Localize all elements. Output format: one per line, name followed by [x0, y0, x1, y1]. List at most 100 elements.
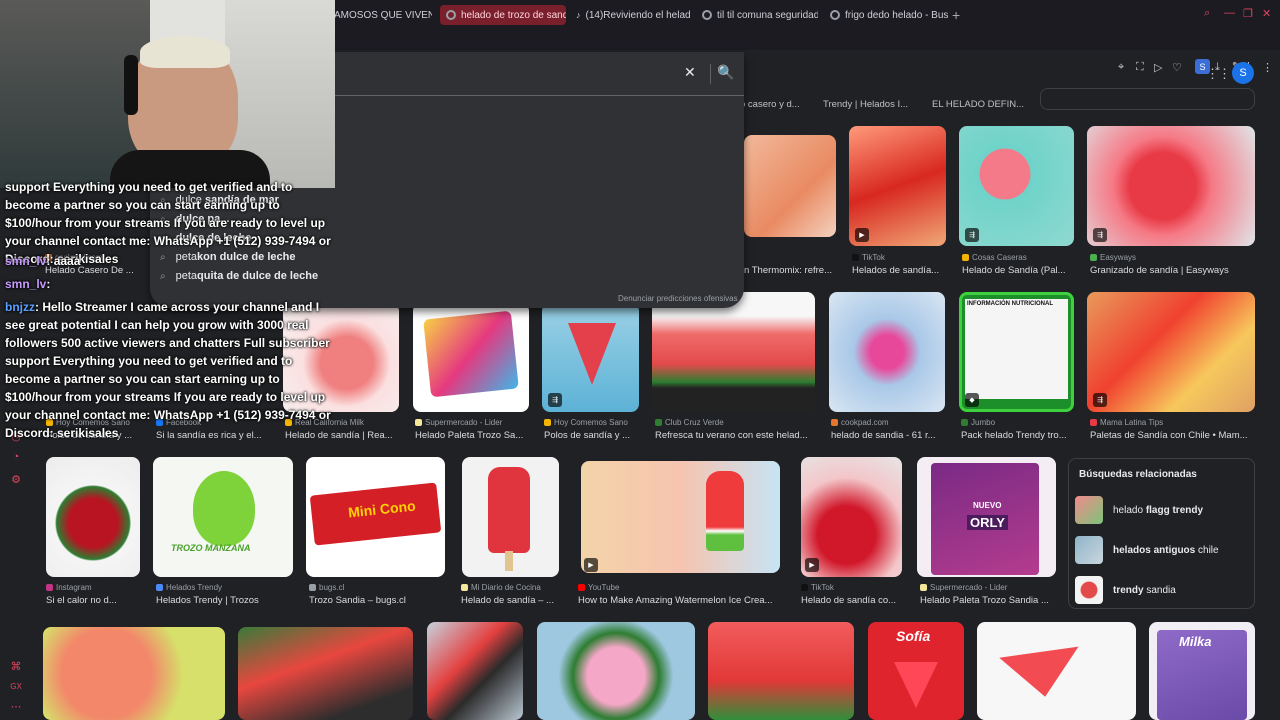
video-icon: ▶	[855, 228, 869, 242]
result-title[interactable]: Granizado de sandía | Easyways	[1090, 265, 1255, 276]
search-icon[interactable]: 🔍	[717, 64, 734, 81]
result-image[interactable]	[829, 292, 945, 412]
result-image[interactable]	[744, 135, 836, 237]
result-image[interactable]	[427, 622, 523, 720]
google-icon	[702, 10, 712, 20]
related-label: helado flagg trendy	[1113, 504, 1204, 516]
extensions-icon[interactable]: ⌘	[0, 660, 32, 673]
settings-icon[interactable]: ⚙	[0, 473, 32, 486]
result-source: TikTok	[801, 583, 902, 592]
tab-active[interactable]: helado de trozo de sandía	[440, 5, 566, 25]
watermelon-shape	[999, 646, 1085, 703]
result-title[interactable]: helado de sandia - 61 r...	[831, 430, 946, 441]
result-title[interactable]: Polos de sandía y ...	[544, 430, 641, 441]
trozo-manzana-text: TROZO MANZANA	[171, 543, 251, 553]
related-item[interactable]: trendy sandia	[1075, 575, 1250, 605]
related-item[interactable]: helados antiguos chile	[1075, 535, 1250, 565]
avatar[interactable]: S	[1232, 62, 1254, 84]
result-image[interactable]	[537, 622, 695, 720]
result-image[interactable]: NUEVO ORLY	[917, 457, 1056, 577]
related-thumb	[1075, 536, 1103, 564]
video-icon: ⇶	[965, 228, 979, 242]
tab-3[interactable]: ♪ (14)Reviviendo el helado F	[570, 5, 690, 25]
tab-5[interactable]: frigo dedo helado - Buscar	[824, 5, 948, 25]
streamer-hair	[140, 36, 230, 68]
popsicle-shape	[488, 467, 530, 553]
result-title[interactable]: Helados de sandía...	[852, 265, 947, 276]
result-title[interactable]: Helados Trendy | Trozos	[156, 595, 296, 606]
report-predictions-link[interactable]: Denunciar predicciones ofensivas	[618, 294, 738, 303]
clear-icon[interactable]: ✕	[684, 64, 696, 81]
search-icon[interactable]: ⌕	[1204, 7, 1210, 20]
related-thumb	[1075, 576, 1103, 604]
result-source: TikTok	[852, 253, 947, 262]
apple-shape	[193, 471, 255, 546]
result-image[interactable]	[1087, 292, 1255, 412]
top-row-title[interactable]: Trendy | Helados I...	[823, 99, 908, 110]
result-image[interactable]: TROZO MANZANA	[153, 457, 293, 577]
new-tab-button[interactable]: +	[952, 7, 960, 23]
more-icon[interactable]: ⋯	[0, 700, 32, 713]
related-title: Búsquedas relacionadas	[1079, 469, 1197, 480]
result-image[interactable]	[652, 292, 815, 412]
result-image[interactable]	[43, 627, 225, 720]
result-title[interactable]: n Thermomix: refre...	[744, 265, 836, 276]
result-title[interactable]: Refresca tu verano con este helad...	[655, 430, 815, 441]
google-icon	[446, 10, 456, 20]
video-icon: ⇶	[1093, 228, 1107, 242]
chat-icon[interactable]: ◔	[0, 451, 32, 463]
tab-1[interactable]: AMOSOS QUE VIVEN EN	[328, 5, 432, 25]
close-icon[interactable]: ✕	[1262, 7, 1271, 20]
gx-icon[interactable]: GX	[0, 682, 32, 691]
maximize-icon[interactable]: ❐	[1243, 7, 1253, 20]
result-image[interactable]	[708, 622, 854, 720]
result-title[interactable]: Helado Paleta Trozo Sa...	[415, 430, 530, 441]
minimize-icon[interactable]: —	[1224, 7, 1235, 19]
chat-text: :	[46, 277, 51, 291]
result-image[interactable]: Sofía	[868, 622, 964, 720]
result-title[interactable]: Helado Paleta Trozo Sandia ...	[920, 595, 1060, 606]
chat-username: smn_lv	[5, 277, 47, 291]
related-item[interactable]: helado flagg trendy	[1075, 495, 1250, 525]
result-title[interactable]: Helado de sandía co...	[801, 595, 902, 606]
popsicle-shape	[706, 471, 744, 551]
result-image[interactable]: Milka	[1149, 622, 1255, 720]
result-image[interactable]	[413, 303, 529, 412]
tiktok-icon: ♪	[576, 10, 581, 20]
menu-icon[interactable]: ⋮	[1262, 61, 1273, 74]
result-source: Mi Diario de Cocina	[461, 583, 561, 592]
nuevo-text: NUEVO	[973, 501, 1002, 510]
send-icon[interactable]: ▷	[1154, 61, 1162, 74]
result-title[interactable]: Helado de sandía – ...	[461, 595, 561, 606]
result-image[interactable]	[462, 457, 559, 577]
top-row-card[interactable]	[1040, 88, 1255, 110]
chat-username: smn_lv	[5, 254, 47, 268]
result-source: Supermercado - Lider	[415, 418, 530, 427]
result-image[interactable]	[1087, 126, 1255, 246]
result-title[interactable]: Trozo Sandia – bugs.cl	[309, 595, 445, 606]
tab-label: helado de trozo de sandía	[461, 9, 566, 21]
result-source: Easyways	[1090, 253, 1230, 262]
result-source: Hoy Comemos Sano	[544, 418, 644, 427]
result-source: cookpad.com	[831, 418, 946, 427]
result-title[interactable]: Helado de Sandía (Pal...	[962, 265, 1075, 276]
chat-message: bnjzz: Hello Streamer I came across your…	[5, 298, 335, 442]
result-source: Instagram	[46, 583, 140, 592]
result-image[interactable]	[977, 622, 1136, 720]
watermelon-shape	[894, 662, 938, 708]
pin-icon[interactable]: ⌖	[1118, 61, 1124, 74]
heart-icon[interactable]: ♡	[1172, 61, 1182, 74]
result-image[interactable]	[581, 461, 780, 573]
snapshot-icon[interactable]: ⛶	[1136, 61, 1144, 74]
result-title[interactable]: Si el calor no d...	[46, 595, 140, 606]
top-row-title[interactable]: o casero y d...	[740, 99, 800, 110]
result-image[interactable]	[238, 627, 413, 720]
result-image[interactable]: Mini Cono	[306, 457, 445, 577]
result-title[interactable]: Paletas de Sandía con Chile • Mam...	[1090, 430, 1255, 441]
result-source: Supermercado - Lider	[920, 583, 1060, 592]
top-row-title[interactable]: EL HELADO DEFIN...	[932, 99, 1024, 110]
result-image[interactable]	[46, 457, 140, 577]
result-title[interactable]: How to Make Amazing Watermelon Ice Crea.…	[578, 595, 780, 606]
result-title[interactable]: Pack helado Trendy tro...	[961, 430, 1074, 441]
tab-4[interactable]: til til comuna seguridad - E	[696, 5, 818, 25]
